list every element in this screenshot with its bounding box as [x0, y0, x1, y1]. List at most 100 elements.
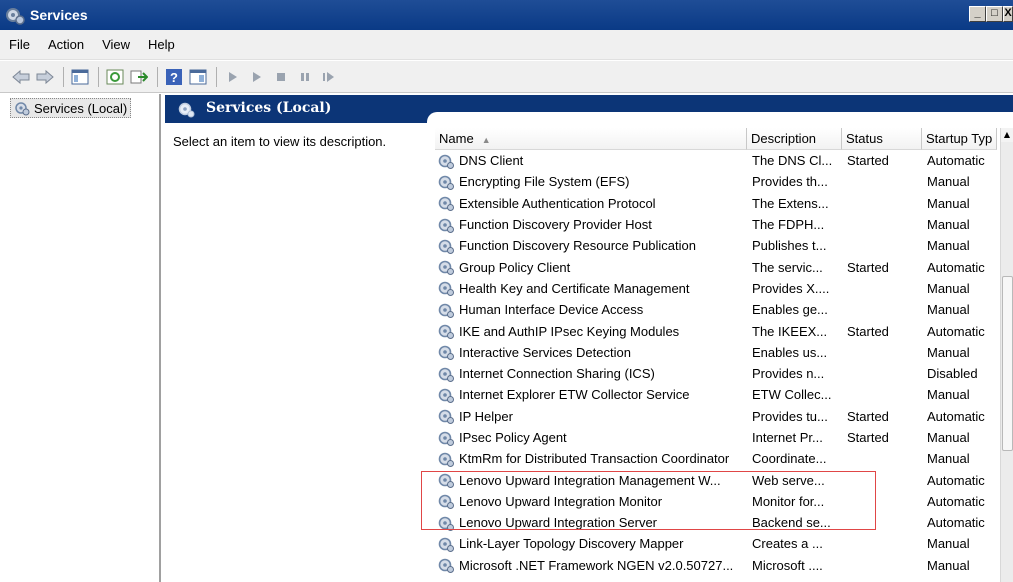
service-row[interactable]: Extensible Authentication Protocol The Ex…: [435, 193, 1000, 214]
service-name-cell: IKE and AuthIP IPsec Keying Modules: [435, 322, 747, 340]
menu-help[interactable]: Help: [139, 37, 184, 52]
column-header-startup-type[interactable]: Startup Typ: [922, 128, 997, 150]
refresh-icon[interactable]: [104, 66, 126, 88]
service-row[interactable]: Function Discovery Provider Host The FDPH…: [435, 214, 1000, 235]
service-description: The FDPH...: [752, 217, 825, 233]
column-header-description[interactable]: Description: [747, 128, 842, 150]
column-header-row: Name ▲ Description Status Startup Typ: [435, 128, 997, 150]
toolbar: ?: [0, 61, 1013, 93]
service-startup-type: Manual: [927, 195, 970, 211]
service-name: Internet Explorer ETW Collector Service: [459, 387, 690, 403]
service-row[interactable]: Lenovo Upward Integration Monitor Monitor…: [435, 491, 1000, 512]
service-description: Provides tu...: [752, 408, 828, 424]
service-row[interactable]: DNS Client The DNS Cl... Started Automatic: [435, 150, 1000, 171]
service-name: IPsec Policy Agent: [459, 430, 567, 445]
sort-ascending-icon: ▲: [481, 135, 491, 145]
service-name-cell: Internet Connection Sharing (ICS): [435, 365, 747, 383]
service-description: ETW Collec...: [752, 387, 832, 403]
service-row[interactable]: Function Discovery Resource Publication P…: [435, 235, 1000, 256]
service-startup-type: Manual: [927, 302, 970, 318]
service-name: Health Key and Certificate Management: [459, 280, 690, 296]
service-name-cell: Internet Explorer ETW Collector Service: [435, 386, 747, 404]
service-row[interactable]: Link-Layer Topology Discovery Mapper Crea…: [435, 533, 1000, 554]
column-header-status[interactable]: Status: [842, 128, 922, 150]
scroll-up-icon[interactable]: ▲: [1001, 128, 1013, 142]
service-startup-type: Automatic: [927, 153, 985, 169]
service-row[interactable]: IPsec Policy Agent Internet Pr... Started M…: [435, 427, 1000, 448]
menu-view[interactable]: View: [93, 37, 139, 52]
service-row[interactable]: Internet Explorer ETW Collector Service E…: [435, 384, 1000, 405]
forward-icon[interactable]: [34, 66, 56, 88]
scroll-thumb[interactable]: [1002, 276, 1013, 451]
service-name: KtmRm for Distributed Transaction Coordi…: [459, 451, 730, 467]
services-gear-icon: [178, 102, 195, 118]
service-startup-type: Automatic: [927, 472, 985, 488]
start-service-icon[interactable]: [222, 66, 244, 88]
service-name: Encrypting File System (EFS): [459, 174, 630, 190]
service-startup-type: Manual: [927, 451, 970, 467]
service-name: Lenovo Upward Integration Server: [459, 515, 658, 531]
service-gear-icon: [437, 322, 455, 340]
toolbar-separator: [63, 66, 64, 87]
service-name-cell: IP Helper: [435, 407, 747, 425]
service-gear-icon: [437, 194, 455, 212]
service-startup-type: Manual: [927, 217, 970, 233]
column-header-name[interactable]: Name ▲: [435, 128, 747, 150]
service-name-cell: IPsec Policy Agent: [435, 429, 747, 447]
service-startup-type: Manual: [927, 536, 970, 552]
service-status: Started: [847, 153, 889, 169]
service-gear-icon: [437, 258, 455, 276]
service-gear-icon: [437, 365, 455, 383]
service-row[interactable]: IP Helper Provides tu... Started Automatic: [435, 406, 1000, 427]
tree-item-services-local[interactable]: Services (Local): [10, 98, 132, 118]
service-name-cell: Function Discovery Resource Publication: [435, 237, 747, 255]
service-name-cell: KtmRm for Distributed Transaction Coordi…: [435, 450, 747, 468]
service-row[interactable]: Human Interface Device Access Enables ge.…: [435, 299, 1000, 320]
service-row[interactable]: IKE and AuthIP IPsec Keying Modules The I…: [435, 320, 1000, 341]
service-startup-type: Manual: [927, 344, 970, 360]
service-gear-icon: [437, 556, 455, 574]
services-gear-icon: [6, 8, 25, 25]
menu-file[interactable]: File: [0, 37, 39, 52]
properties-icon[interactable]: [187, 66, 209, 88]
service-description: Backend se...: [752, 515, 831, 531]
help-icon[interactable]: ?: [163, 66, 185, 88]
back-icon[interactable]: [10, 66, 32, 88]
service-startup-type: Manual: [927, 557, 970, 573]
service-name: Microsoft .NET Framework NGEN v2.0.50727…: [459, 557, 734, 573]
service-row[interactable]: Lenovo Upward Integration Management W..…: [435, 469, 1000, 490]
service-description: Monitor for...: [752, 493, 825, 509]
service-name: Human Interface Device Access: [459, 302, 644, 318]
service-row[interactable]: Group Policy Client The servic... Started A…: [435, 256, 1000, 277]
service-gear-icon: [437, 471, 455, 489]
service-name: Function Discovery Provider Host: [459, 217, 652, 233]
stop-service-icon[interactable]: [270, 66, 292, 88]
maximize-button[interactable]: □: [986, 6, 1003, 22]
service-row[interactable]: Interactive Services Detection Enables us…: [435, 342, 1000, 363]
service-row[interactable]: Health Key and Certificate Management Pro…: [435, 278, 1000, 299]
service-row[interactable]: Internet Connection Sharing (ICS) Provide…: [435, 363, 1000, 384]
service-gear-icon: [437, 343, 455, 361]
minimize-button[interactable]: _: [969, 6, 986, 22]
console-tree: Services (Local): [0, 94, 161, 582]
service-gear-icon: [437, 386, 455, 404]
service-row[interactable]: KtmRm for Distributed Transaction Coordi…: [435, 448, 1000, 469]
service-name-cell: Function Discovery Provider Host: [435, 216, 747, 234]
start-icon-2[interactable]: [246, 66, 268, 88]
service-name: Extensible Authentication Protocol: [459, 195, 656, 211]
export-icon[interactable]: [128, 66, 150, 88]
service-startup-type: Manual: [927, 238, 970, 254]
close-button[interactable]: X: [1003, 6, 1013, 22]
console-tree-icon[interactable]: [69, 66, 91, 88]
service-description: The Extens...: [752, 195, 829, 211]
service-row[interactable]: Encrypting File System (EFS) Provides th.…: [435, 171, 1000, 192]
service-row[interactable]: Lenovo Upward Integration Server Backend …: [435, 512, 1000, 533]
toolbar-separator: [157, 66, 158, 87]
service-description: Microsoft ....: [752, 557, 823, 573]
service-row[interactable]: Microsoft .NET Framework NGEN v2.0.50727…: [435, 555, 1000, 576]
vertical-scrollbar[interactable]: ▲: [1000, 128, 1013, 582]
restart-service-icon[interactable]: [318, 66, 340, 88]
service-startup-type: Manual: [927, 387, 970, 403]
pause-service-icon[interactable]: [294, 66, 316, 88]
menu-action[interactable]: Action: [39, 37, 93, 52]
